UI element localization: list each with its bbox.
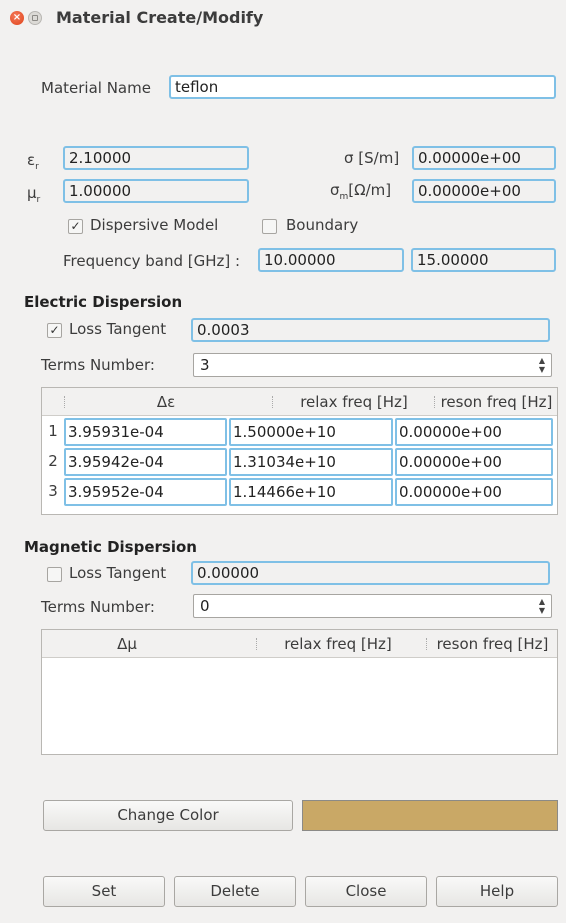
column-header-reson-freq[interactable]: reson freq [Hz] <box>428 630 557 658</box>
mu-r-input[interactable]: 1.00000 <box>63 179 249 203</box>
sigma-m-input[interactable]: 0.00000e+00 <box>412 179 556 203</box>
magnetic-terms-number-label: Terms Number: <box>41 598 155 616</box>
table-cell-reson[interactable]: 0.00000e+00 <box>395 448 553 476</box>
sigma-label: σ [S/m] <box>344 149 400 167</box>
electric-terms-number-label: Terms Number: <box>41 356 155 374</box>
electric-loss-tangent-label: Loss Tangent <box>69 320 167 338</box>
sigma-m-label: σm[Ω/m] <box>330 181 392 202</box>
electric-loss-tangent-input[interactable]: 0.0003 <box>191 318 550 342</box>
column-header-delta-eps[interactable]: Δε <box>66 388 266 416</box>
electric-terms-number-stepper[interactable]: 3 ▲ ▼ <box>193 353 552 377</box>
frequency-high-input[interactable]: 15.00000 <box>411 248 556 272</box>
boundary-label: Boundary <box>286 216 359 234</box>
frequency-low-input[interactable]: 10.00000 <box>258 248 404 272</box>
row-number: 2 <box>48 452 58 470</box>
column-header-relax-freq[interactable]: relax freq [Hz] <box>274 388 434 416</box>
magnetic-terms-number-stepper[interactable]: 0 ▲ ▼ <box>193 594 552 618</box>
electric-loss-tangent-checkbox[interactable]: ✓ <box>47 323 62 338</box>
help-button[interactable]: Help <box>436 876 558 907</box>
magnetic-dispersion-heading: Magnetic Dispersion <box>24 538 197 556</box>
header-separator <box>272 396 273 408</box>
mu-r-label: μr <box>27 184 41 205</box>
change-color-button[interactable]: Change Color <box>43 800 293 831</box>
eps-r-input[interactable]: 2.10000 <box>63 146 249 170</box>
frequency-band-label: Frequency band [GHz] : <box>63 252 241 270</box>
window-maximize-icon[interactable] <box>28 11 42 25</box>
electric-dispersion-heading: Electric Dispersion <box>24 293 183 311</box>
sigma-input[interactable]: 0.00000e+00 <box>412 146 556 170</box>
header-separator <box>256 638 257 650</box>
set-button[interactable]: Set <box>43 876 165 907</box>
spin-arrows-icon[interactable]: ▲ ▼ <box>535 356 549 374</box>
row-number: 1 <box>48 422 58 440</box>
column-header-relax-freq[interactable]: relax freq [Hz] <box>258 630 418 658</box>
window-title: Material Create/Modify <box>56 8 264 27</box>
table-cell-delta[interactable]: 3.95931e-04 <box>64 418 227 446</box>
header-separator <box>434 396 435 408</box>
table-cell-relax[interactable]: 1.31034e+10 <box>229 448 393 476</box>
dispersive-model-checkbox[interactable]: ✓ <box>68 219 83 234</box>
electric-dispersion-table: Δε relax freq [Hz] reson freq [Hz] 1 3.9… <box>41 387 558 515</box>
boundary-checkbox[interactable] <box>262 219 277 234</box>
magnetic-loss-tangent-label: Loss Tangent <box>69 564 167 582</box>
header-separator <box>64 396 65 408</box>
magnetic-loss-tangent-input[interactable]: 0.00000 <box>191 561 550 585</box>
column-header-delta-mu[interactable]: Δμ <box>42 630 212 658</box>
row-number: 3 <box>48 482 58 500</box>
header-separator <box>426 638 427 650</box>
color-swatch <box>302 800 558 831</box>
table-cell-reson[interactable]: 0.00000e+00 <box>395 478 553 506</box>
table-cell-delta[interactable]: 3.95952e-04 <box>64 478 227 506</box>
eps-r-label: εr <box>27 151 39 172</box>
table-header: Δμ relax freq [Hz] reson freq [Hz] <box>42 630 557 658</box>
table-cell-relax[interactable]: 1.14466e+10 <box>229 478 393 506</box>
material-name-label: Material Name <box>41 79 151 97</box>
dispersive-model-label: Dispersive Model <box>90 216 219 234</box>
electric-terms-number-value: 3 <box>200 356 210 374</box>
table-cell-delta[interactable]: 3.95942e-04 <box>64 448 227 476</box>
material-name-input[interactable]: teflon <box>169 75 556 99</box>
delete-button[interactable]: Delete <box>174 876 296 907</box>
table-cell-relax[interactable]: 1.50000e+10 <box>229 418 393 446</box>
window-close-icon[interactable]: × <box>10 11 24 25</box>
spin-arrows-icon[interactable]: ▲ ▼ <box>535 597 549 615</box>
magnetic-dispersion-table: Δμ relax freq [Hz] reson freq [Hz] <box>41 629 558 755</box>
table-cell-reson[interactable]: 0.00000e+00 <box>395 418 553 446</box>
magnetic-loss-tangent-checkbox[interactable] <box>47 567 62 582</box>
magnetic-terms-number-value: 0 <box>200 597 210 615</box>
column-header-reson-freq[interactable]: reson freq [Hz] <box>436 388 557 416</box>
close-button[interactable]: Close <box>305 876 427 907</box>
table-header: Δε relax freq [Hz] reson freq [Hz] <box>42 388 557 416</box>
